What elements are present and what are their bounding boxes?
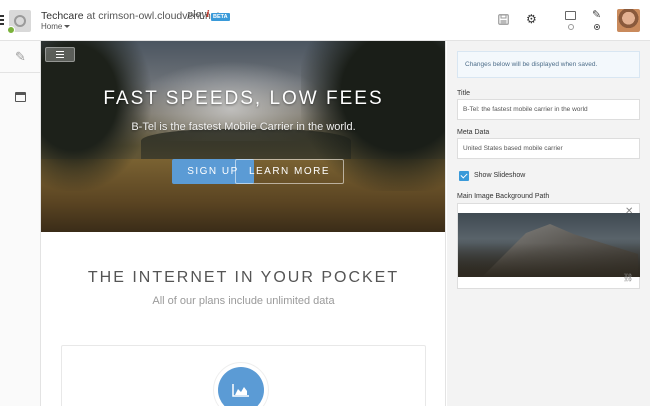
hero-title: FAST SPEEDS, LOW FEES	[103, 88, 384, 109]
area-chart-icon	[218, 367, 264, 406]
hamburger-icon[interactable]	[0, 15, 4, 25]
save-notice: Changes below will be displayed when sav…	[457, 51, 640, 78]
desktop-icon[interactable]	[565, 11, 576, 20]
hero-section: FAST SPEEDS, LOW FEES B-Tel is the faste…	[41, 41, 445, 232]
hero-background-tree	[41, 41, 151, 191]
link-icon[interactable]: ⛓	[623, 273, 633, 282]
section-subtitle: All of our plans include unlimited data	[152, 295, 335, 307]
sidebar-item-calendar[interactable]	[0, 81, 41, 113]
editor-panel: Changes below will be displayed when sav…	[447, 41, 650, 406]
save-icon[interactable]	[498, 14, 509, 28]
calendar-icon	[15, 92, 26, 102]
pencil-icon: ✎	[15, 48, 26, 64]
hero-subtitle: B-Tel is the fastest Mobile Carrier in t…	[131, 121, 356, 133]
title-label: Title	[457, 90, 470, 97]
meta-data-label: Meta Data	[457, 129, 490, 136]
meta-data-input[interactable]: United States based mobile carrier	[457, 138, 640, 159]
page-selector[interactable]: Home	[41, 22, 71, 31]
status-ok-icon	[7, 26, 15, 34]
edit-view-radio[interactable]	[594, 24, 600, 30]
title-input[interactable]: B-Tel: the fastest mobile carrier in the…	[457, 99, 640, 120]
page-preview: FAST SPEEDS, LOW FEES B-Tel is the faste…	[41, 41, 446, 406]
sidebar-item-edit[interactable]: ✎	[0, 41, 41, 73]
site-logo-icon	[14, 15, 26, 27]
image-preview-foreground	[458, 243, 640, 277]
image-preview	[458, 213, 640, 277]
show-slideshow-label: Show Slideshow	[474, 172, 526, 179]
avatar[interactable]	[617, 9, 640, 32]
desktop-view-radio[interactable]	[568, 24, 574, 30]
hero-menu-button[interactable]	[45, 47, 75, 62]
beta-badge: BETA	[211, 13, 230, 21]
top-bar: Techcare at crimson-owl.cloudvent.net Ho…	[0, 0, 650, 41]
gear-icon[interactable]: ⚙	[526, 13, 537, 25]
image-path-label: Main Image Background Path	[457, 193, 550, 200]
ploy-logo: ployi	[187, 10, 210, 20]
site-at: at	[86, 10, 96, 22]
site-title: Techcare	[41, 10, 84, 22]
show-slideshow-checkbox[interactable]	[459, 171, 469, 181]
page-selector-label: Home	[41, 22, 63, 31]
pencil-icon[interactable]: ✎	[592, 10, 601, 21]
section-title: THE INTERNET IN YOUR POCKET	[87, 269, 400, 286]
learn-more-button[interactable]: LEARN MORE	[235, 159, 344, 184]
left-sidebar: ✎	[0, 41, 41, 406]
site-thumbnail[interactable]	[7, 10, 31, 34]
chevron-down-icon	[64, 25, 71, 29]
